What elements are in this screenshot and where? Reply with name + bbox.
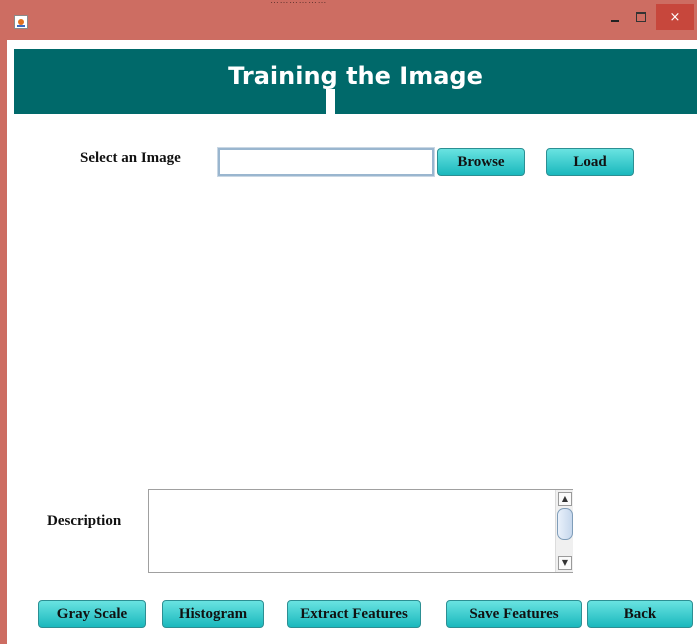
histogram-button[interactable]: Histogram bbox=[162, 600, 264, 628]
save-features-button[interactable]: Save Features bbox=[446, 600, 582, 628]
select-image-label: Select an Image bbox=[80, 150, 181, 166]
description-textarea[interactable]: ▲ ▼ bbox=[148, 489, 573, 573]
minimize-button[interactable] bbox=[604, 6, 626, 28]
scroll-thumb[interactable] bbox=[557, 508, 573, 540]
description-scrollbar[interactable]: ▲ ▼ bbox=[555, 490, 573, 572]
browse-button[interactable]: Browse bbox=[437, 148, 525, 176]
window-title: ……………… bbox=[270, 0, 327, 5]
header-divider bbox=[326, 89, 335, 114]
gray-scale-button[interactable]: Gray Scale bbox=[38, 600, 146, 628]
back-button[interactable]: Back bbox=[587, 600, 693, 628]
image-path-input[interactable] bbox=[217, 147, 435, 177]
maximize-icon bbox=[636, 12, 646, 22]
app-window: ……………… × Training the Image Select an Im… bbox=[0, 0, 697, 644]
scroll-up-icon[interactable]: ▲ bbox=[558, 492, 572, 506]
java-cup-icon[interactable] bbox=[14, 15, 28, 29]
close-button[interactable]: × bbox=[656, 4, 694, 30]
maximize-button[interactable] bbox=[630, 6, 652, 28]
close-icon: × bbox=[669, 9, 681, 25]
scroll-down-icon[interactable]: ▼ bbox=[558, 556, 572, 570]
window-frame-left bbox=[0, 40, 7, 644]
header-banner: Training the Image bbox=[14, 49, 697, 114]
extract-features-button[interactable]: Extract Features bbox=[287, 600, 421, 628]
description-text[interactable] bbox=[149, 490, 554, 572]
load-button[interactable]: Load bbox=[546, 148, 634, 176]
page-title: Training the Image bbox=[228, 62, 483, 90]
minimize-icon bbox=[611, 20, 619, 22]
title-bar[interactable]: ……………… × bbox=[0, 0, 697, 40]
description-label: Description bbox=[47, 513, 122, 529]
